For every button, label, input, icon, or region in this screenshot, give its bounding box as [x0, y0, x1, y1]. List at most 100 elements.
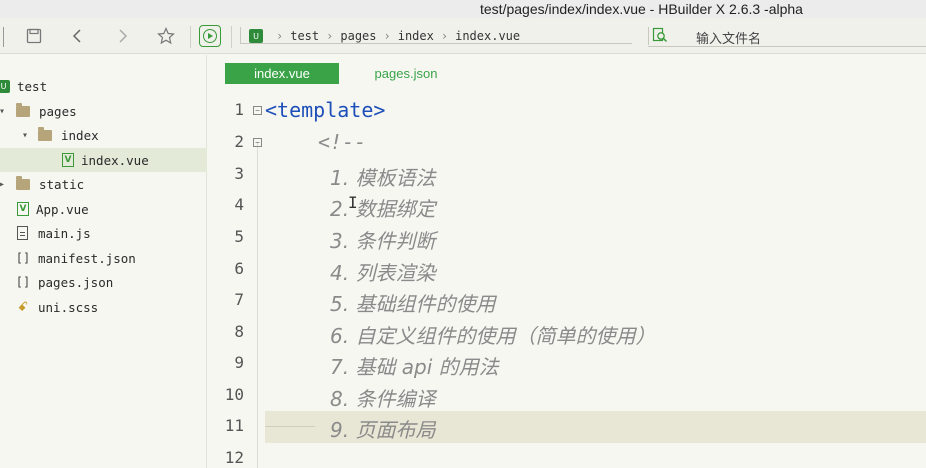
toolbar: U › test › pages › index › index.vue 输入文…	[0, 18, 926, 54]
tree-item-label: static	[39, 176, 85, 192]
code-text: 8. 条件编译	[330, 387, 436, 411]
fold-icon[interactable]: −	[253, 106, 262, 115]
file-search-box[interactable]: 输入文件名	[648, 27, 926, 47]
line-number: 5	[234, 227, 244, 246]
chevron-right-icon: ›	[383, 29, 391, 43]
tree-item-app-vue[interactable]: V App.vue	[0, 197, 207, 221]
code-text: 5. 基础组件的使用	[330, 292, 496, 316]
breadcrumb-item[interactable]: index.vue	[455, 29, 520, 43]
uniapp-project-icon: U	[249, 29, 263, 43]
tree-item-label: manifest.json	[38, 250, 136, 266]
code-line-current: 11 9. 页面布局	[208, 411, 926, 443]
breadcrumb-item[interactable]: index	[398, 29, 434, 43]
tree-item-label: index	[61, 127, 99, 143]
run-icon	[203, 29, 217, 43]
search-divider	[648, 27, 649, 45]
tree-item-index-vue[interactable]: V index.vue	[0, 148, 207, 172]
forward-arrow-icon[interactable]	[112, 26, 132, 46]
chevron-right-icon: ›	[440, 29, 449, 43]
js-file-icon	[17, 226, 28, 240]
code-line: 7 5. 基础组件的使用	[208, 285, 926, 317]
fold-icon[interactable]: −	[253, 138, 262, 147]
tab-index-vue[interactable]: index.vue	[225, 63, 339, 84]
tree-item-pages-json[interactable]: [] pages.json	[0, 270, 207, 294]
line-number: 1	[234, 100, 244, 119]
line-number: 11	[224, 416, 244, 435]
code-line: 6 4. 列表渲染	[208, 254, 926, 286]
toolbar-divider	[190, 26, 191, 48]
project-explorer: U test ▾ pages ▾ index V index.vue ▸ sta…	[0, 55, 207, 468]
code-editor[interactable]: 1 − <template> 2 − <!-- 3 1. 模板语法 4 2. 数…	[208, 91, 926, 468]
line-number: 8	[234, 322, 244, 341]
tree-item-label: test	[17, 78, 48, 94]
vue-file-icon: V	[62, 153, 74, 167]
code-line: 8 6. 自定义组件的使用（简单的使用）	[208, 317, 926, 349]
tree-item-label: pages.json	[38, 274, 114, 290]
code-line: 2 − <!--	[208, 127, 926, 159]
back-arrow-icon[interactable]	[68, 26, 88, 46]
tree-item-label: main.js	[38, 225, 91, 241]
line-number: 6	[234, 259, 244, 278]
tree-item-label: uni.scss	[38, 299, 99, 315]
search-underline	[648, 46, 926, 47]
code-line: 1 − <template>	[208, 95, 926, 127]
line-number: 10	[224, 385, 244, 404]
chevron-down-icon[interactable]: ▾	[19, 130, 31, 141]
tree-item-manifest-json[interactable]: [] manifest.json	[0, 246, 207, 270]
breadcrumb-underline	[240, 43, 632, 44]
toolbar-divider	[231, 26, 232, 48]
json-file-icon: []	[15, 251, 31, 265]
code-line: 5 3. 条件判断	[208, 222, 926, 254]
chevron-down-icon[interactable]: ▾	[0, 106, 8, 117]
editor-tabs: index.vue pages.json	[208, 55, 926, 91]
run-button[interactable]	[199, 25, 221, 47]
line-number: 12	[224, 448, 244, 467]
text-cursor-icon: I	[348, 193, 358, 212]
indent-marker	[265, 426, 315, 427]
tree-item-pages[interactable]: ▾ pages	[0, 99, 207, 123]
code-text: 1. 模板语法	[330, 166, 436, 190]
chevron-right-icon[interactable]: ▸	[0, 179, 8, 190]
tab-pages-json[interactable]: pages.json	[356, 63, 456, 84]
code-text: 7. 基础 api 的用法	[330, 355, 499, 379]
scss-file-icon: ꗃ	[17, 299, 29, 315]
code-text: 9. 页面布局	[330, 418, 436, 442]
folder-icon	[16, 102, 30, 117]
code-line: 9 7. 基础 api 的用法	[208, 348, 926, 380]
line-number: 3	[234, 164, 244, 183]
save-icon[interactable]	[24, 26, 44, 46]
uniapp-project-icon: U	[0, 79, 10, 93]
star-icon[interactable]	[156, 26, 176, 46]
breadcrumb-item[interactable]: pages	[340, 29, 376, 43]
breadcrumb: U › test › pages › index › index.vue	[240, 25, 632, 47]
window-titlebar: test/pages/index/index.vue - HBuilder X …	[0, 0, 926, 18]
search-input[interactable]: 输入文件名	[696, 28, 761, 47]
json-file-icon: []	[15, 275, 31, 289]
code-text: 6. 自定义组件的使用（简单的使用）	[330, 324, 656, 348]
tree-item-static[interactable]: ▸ static	[0, 172, 207, 196]
code-text: 4. 列表渲染	[330, 261, 436, 285]
code-line: 4 2. 数据绑定	[208, 190, 926, 222]
tree-item-label: pages	[39, 103, 77, 119]
tree-item-uni-scss[interactable]: ꗃ uni.scss	[0, 295, 207, 319]
breadcrumb-edge	[240, 27, 241, 43]
line-number: 7	[234, 290, 244, 309]
vue-file-icon: V	[17, 202, 29, 216]
code-text: 2. 数据绑定	[330, 197, 436, 221]
code-text: <template>	[265, 98, 386, 122]
code-line: 3 1. 模板语法	[208, 159, 926, 191]
chevron-right-icon: ›	[276, 29, 284, 43]
code-line: 12	[208, 443, 926, 468]
tree-item-test[interactable]: U test	[0, 74, 207, 98]
code-text: 3. 条件判断	[330, 229, 436, 253]
breadcrumb-item[interactable]: test	[290, 29, 319, 43]
tree-item-label: App.vue	[36, 201, 89, 217]
folder-icon	[38, 126, 52, 141]
chevron-right-icon: ›	[326, 29, 334, 43]
search-file-icon	[652, 27, 668, 46]
tree-item-index-folder[interactable]: ▾ index	[0, 123, 207, 147]
code-text: <!--	[318, 130, 367, 154]
window-title: test/pages/index/index.vue - HBuilder X …	[480, 1, 803, 17]
tree-item-main-js[interactable]: main.js	[0, 221, 207, 245]
folder-icon	[16, 175, 30, 190]
